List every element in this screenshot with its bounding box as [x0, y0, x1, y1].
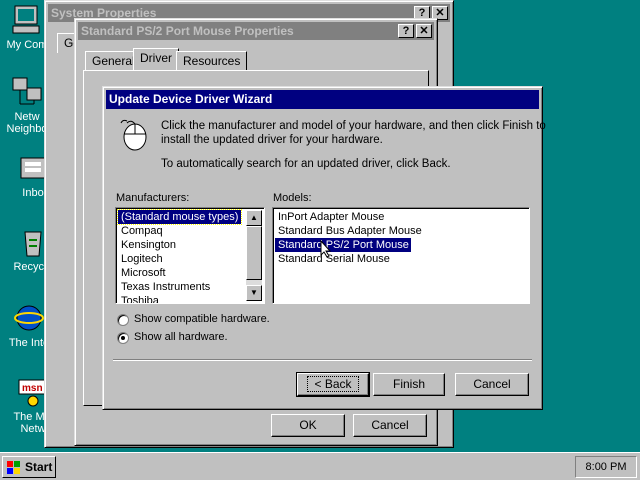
close-button[interactable]: ✕: [416, 24, 432, 38]
start-label: Start: [25, 460, 53, 474]
mouse-icon: [117, 117, 149, 151]
manufacturers-label: Manufacturers:: [116, 192, 190, 204]
help-button[interactable]: ?: [398, 24, 414, 38]
instruction-line-2: install the updated driver for your hard…: [161, 134, 383, 146]
tab-resources[interactable]: Resources: [176, 51, 248, 71]
list-item[interactable]: Logitech: [118, 252, 246, 266]
list-item[interactable]: Standard Bus Adapter Mouse: [275, 224, 525, 238]
internet-explorer-icon: [13, 302, 45, 334]
cancel-button[interactable]: Cancel: [353, 414, 427, 437]
list-item[interactable]: Kensington: [118, 238, 246, 252]
my-computer-icon: [11, 4, 43, 36]
list-item[interactable]: Texas Instruments: [118, 280, 246, 294]
ok-button[interactable]: OK: [271, 414, 345, 437]
wizard-titlebar[interactable]: Update Device Driver Wizard: [106, 90, 539, 109]
cancel-button[interactable]: Cancel: [455, 373, 529, 396]
back-button[interactable]: < Back: [296, 372, 370, 397]
start-button[interactable]: Start: [2, 456, 56, 478]
instruction-line-1: Click the manufacturer and model of your…: [161, 120, 546, 132]
mouse-properties-titlebar[interactable]: Standard PS/2 Port Mouse Properties ? ✕: [78, 22, 434, 40]
radio-show-all-label[interactable]: Show all hardware.: [134, 331, 228, 343]
finish-button[interactable]: Finish: [373, 373, 445, 396]
radio-show-compatible-label[interactable]: Show compatible hardware.: [134, 313, 270, 325]
radio-show-all[interactable]: [117, 332, 129, 344]
scroll-thumb[interactable]: [246, 226, 262, 280]
list-item[interactable]: Toshiba: [118, 294, 246, 303]
tab-driver[interactable]: Driver: [133, 48, 179, 71]
list-item[interactable]: InPort Adapter Mouse: [275, 210, 525, 224]
models-list[interactable]: InPort Adapter Mouse Standard Bus Adapte…: [272, 207, 530, 304]
list-item[interactable]: Microsoft: [118, 266, 246, 280]
clock[interactable]: 8:00 PM: [586, 461, 627, 473]
radio-show-compatible[interactable]: [117, 314, 129, 326]
scroll-down-button[interactable]: ▼: [246, 285, 262, 301]
list-item[interactable]: Standard PS/2 Port Mouse: [275, 238, 411, 252]
windows-logo-icon: [7, 460, 21, 474]
system-tray: 8:00 PM: [575, 456, 637, 478]
mouse-cursor-icon: [320, 239, 332, 258]
back-button-label: < Back: [307, 376, 359, 392]
models-label: Models:: [273, 192, 312, 204]
list-item[interactable]: (Standard mouse types): [116, 209, 243, 225]
auto-search-text: To automatically search for an updated d…: [161, 158, 451, 170]
separator: [113, 359, 532, 361]
network-icon: [11, 76, 43, 108]
manufacturers-list[interactable]: (Standard mouse types) Compaq Kensington…: [115, 207, 265, 304]
list-item[interactable]: Standard Serial Mouse: [275, 252, 525, 266]
taskbar: Start 8:00 PM: [0, 452, 640, 480]
window-title: Standard PS/2 Port Mouse Properties: [81, 24, 294, 38]
window-title: Update Device Driver Wizard: [109, 92, 273, 106]
svg-text:msn: msn: [22, 383, 43, 394]
list-item[interactable]: Compaq: [118, 224, 246, 238]
manufacturers-scrollbar[interactable]: ▲ ▼: [246, 210, 262, 301]
scroll-up-button[interactable]: ▲: [246, 210, 262, 226]
